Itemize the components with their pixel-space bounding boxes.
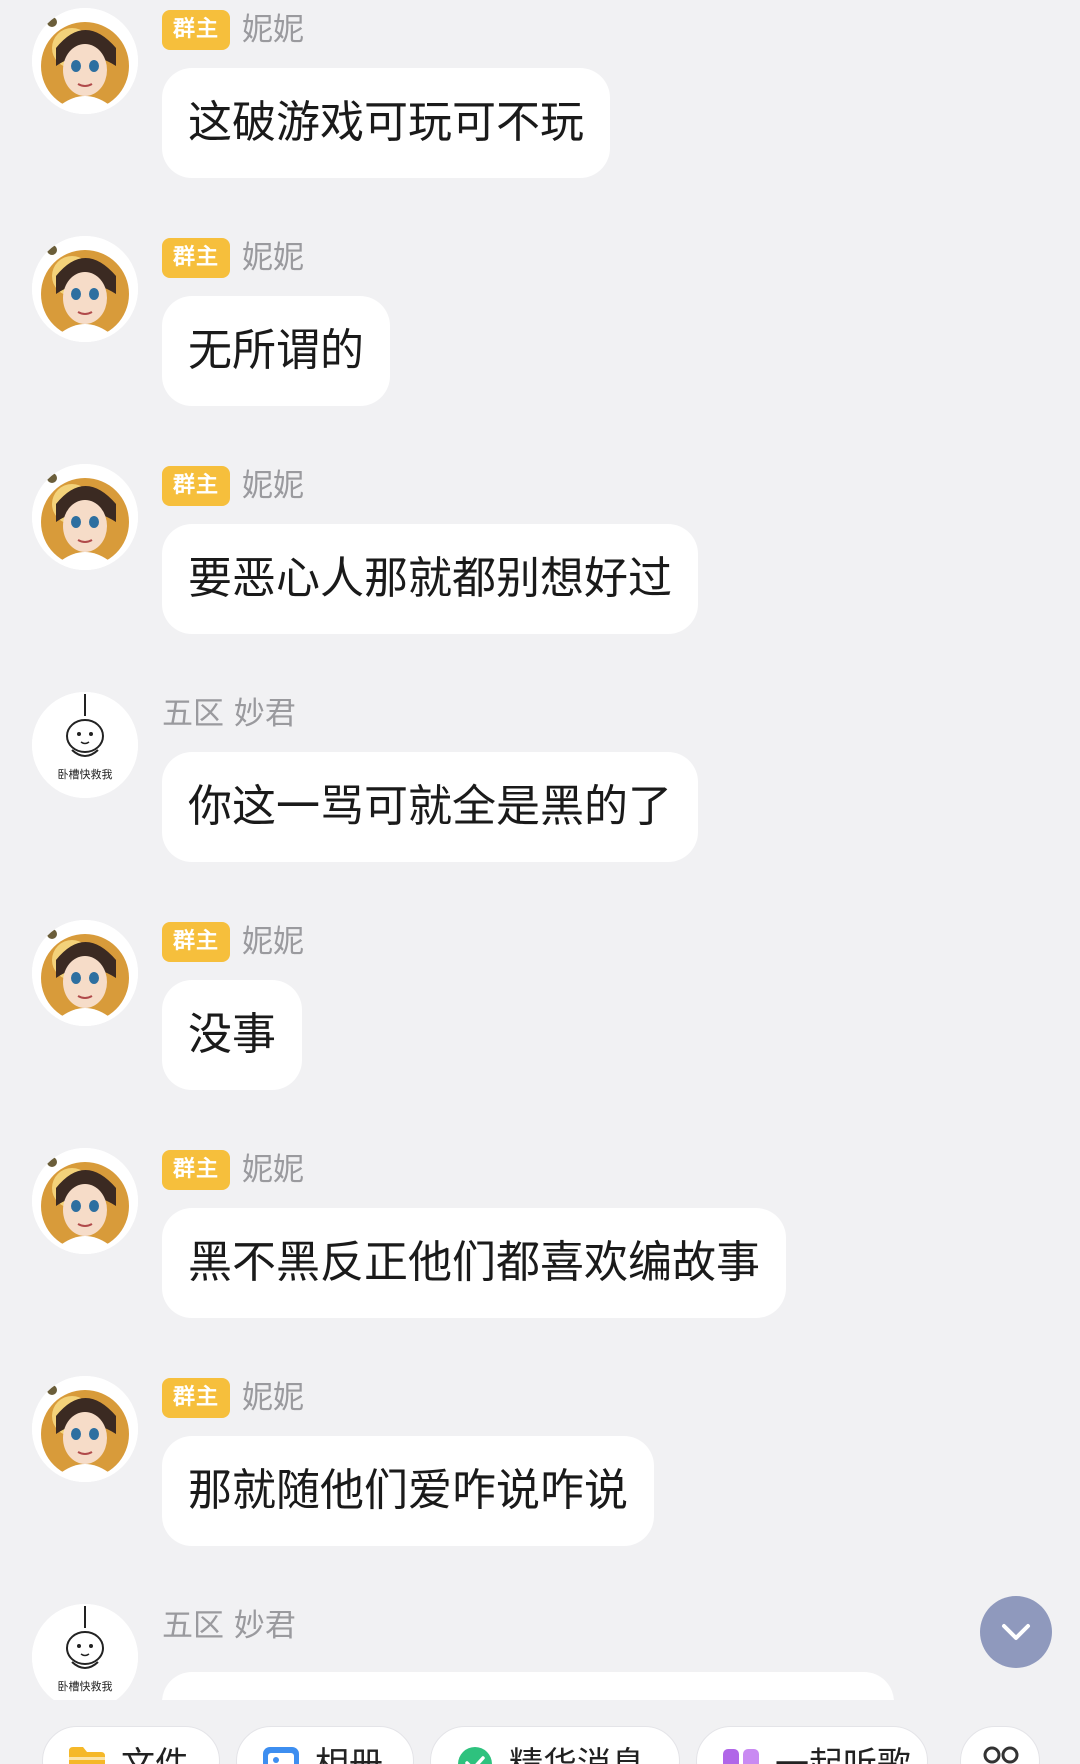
sender-row: 群主 妮妮: [162, 464, 304, 508]
sender-name[interactable]: 妮妮: [242, 236, 304, 280]
message-bubble[interactable]: 黑不黑反正他们都喜欢编故事: [162, 1208, 786, 1318]
sender-row: 五区 妙君: [162, 692, 296, 736]
sender-name[interactable]: 妮妮: [242, 920, 304, 964]
avatar-nini[interactable]: [32, 1148, 138, 1254]
avatar-caption: 卧槽快救我: [58, 767, 113, 781]
scroll-to-bottom-button[interactable]: [980, 1596, 1052, 1668]
message-bubble[interactable]: [162, 1672, 894, 1700]
sender-name[interactable]: 妮妮: [242, 8, 304, 52]
message-item: 群主 妮妮 这破游戏可玩可不玩: [0, 0, 1080, 228]
message-bubble[interactable]: 要恶心人那就都别想好过: [162, 524, 698, 634]
message-bubble[interactable]: 没事: [162, 980, 302, 1090]
sender-row: 群主 妮妮: [162, 1148, 304, 1192]
sender-row: 群主 妮妮: [162, 920, 304, 964]
avatar-caption: 卧槽快救我: [58, 1679, 113, 1693]
owner-badge: 群主: [162, 10, 231, 50]
message-item: 群主 妮妮 黑不黑反正他们都喜欢编故事: [0, 1140, 1080, 1368]
toolbar-label: 相册: [315, 1745, 383, 1764]
owner-badge: 群主: [162, 466, 231, 506]
message-bubble[interactable]: 这破游戏可玩可不玩: [162, 68, 610, 178]
message-item: 群主 妮妮 要恶心人那就都别想好过: [0, 456, 1080, 684]
more-apps-icon: [983, 1746, 1019, 1764]
music-icon: [723, 1749, 759, 1764]
message-item: 卧槽快救我 五区 妙君 你这一骂可就全是黑的了: [0, 684, 1080, 912]
avatar-nini[interactable]: [32, 236, 138, 342]
sender-name[interactable]: 五区 妙君: [162, 1604, 296, 1648]
sender-name[interactable]: 妮妮: [242, 1148, 304, 1192]
sender-row: 群主 妮妮: [162, 1376, 304, 1420]
avatar-nini[interactable]: [32, 920, 138, 1026]
essence-icon: [458, 1747, 492, 1764]
message-bubble[interactable]: 无所谓的: [162, 296, 390, 406]
toolbar-album-button[interactable]: 相册: [236, 1726, 414, 1764]
toolbar-label: 精华消息: [509, 1745, 645, 1764]
toolbar-essence-button[interactable]: 精华消息: [430, 1726, 680, 1764]
sender-name[interactable]: 妮妮: [242, 1376, 304, 1420]
toolbar-more-button[interactable]: [960, 1726, 1040, 1764]
sender-row: 群主 妮妮: [162, 236, 304, 280]
folder-icon: [69, 1747, 105, 1764]
avatar-nini[interactable]: [32, 464, 138, 570]
shortcut-toolbar: 文件 相册 精华消息 一起听歌: [0, 1700, 1080, 1764]
message-item: 群主 妮妮 没事: [0, 912, 1080, 1140]
sender-row: 五区 妙君: [162, 1604, 296, 1648]
sender-name[interactable]: 五区 妙君: [162, 692, 296, 736]
owner-badge: 群主: [162, 1378, 231, 1418]
chat-message-list[interactable]: 群主 妮妮 这破游戏可玩可不玩 群主 妮妮 无所谓的 群主 妮妮 要恶心人那就都…: [0, 0, 1080, 1700]
sender-row: 群主 妮妮: [162, 8, 304, 52]
toolbar-label: 一起听歌: [775, 1745, 911, 1764]
avatar-miaojun[interactable]: 卧槽快救我: [32, 1604, 138, 1700]
photo-icon: [263, 1747, 299, 1764]
owner-badge: 群主: [162, 238, 231, 278]
toolbar-file-button[interactable]: 文件: [42, 1726, 220, 1764]
toolbar-label: 文件: [121, 1745, 189, 1764]
message-bubble[interactable]: 那就随他们爱咋说咋说: [162, 1436, 654, 1546]
message-item: 群主 妮妮 那就随他们爱咋说咋说: [0, 1368, 1080, 1596]
owner-badge: 群主: [162, 922, 231, 962]
avatar-nini[interactable]: [32, 1376, 138, 1482]
toolbar-music-button[interactable]: 一起听歌: [696, 1726, 928, 1764]
chevron-down-icon: [1002, 1624, 1030, 1640]
message-item: 卧槽快救我 五区 妙君: [0, 1596, 1080, 1700]
avatar-nini[interactable]: [32, 8, 138, 114]
message-bubble[interactable]: 你这一骂可就全是黑的了: [162, 752, 698, 862]
sender-name[interactable]: 妮妮: [242, 464, 304, 508]
avatar-miaojun[interactable]: 卧槽快救我: [32, 692, 138, 798]
message-item: 群主 妮妮 无所谓的: [0, 228, 1080, 456]
owner-badge: 群主: [162, 1150, 231, 1190]
